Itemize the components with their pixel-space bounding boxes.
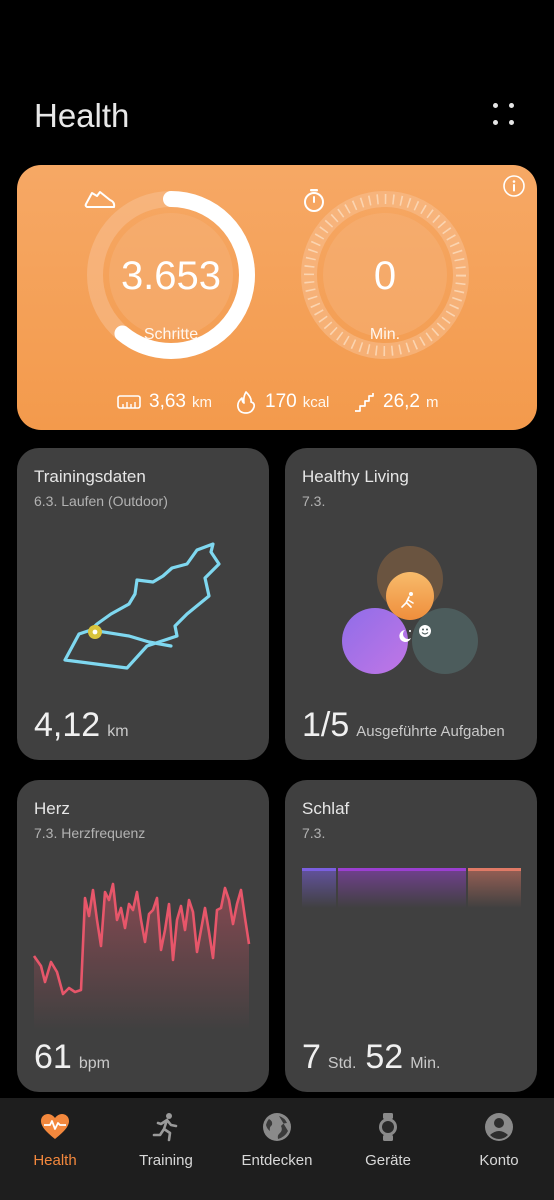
account-icon: [485, 1113, 513, 1141]
route-path: [63, 542, 221, 670]
page-title: Health: [34, 97, 130, 134]
smiley-icon: [419, 625, 431, 637]
stopwatch-icon: [304, 189, 324, 212]
distance-stat: 3,63 km: [117, 387, 212, 417]
nav-tab-account[interactable]: Konto: [444, 1098, 554, 1200]
sleep-segment-awake: [468, 868, 521, 871]
health-home-screen: Health 3.653 Schritte 0 Min. 3,63 km 170…: [0, 0, 554, 1200]
sleep-minutes-value: 52: [365, 1038, 404, 1076]
ruler-icon: [117, 395, 141, 409]
minutes-unit: Min.: [369, 326, 401, 343]
heart-pulse-icon: [41, 1114, 69, 1139]
sleep-segment-light-fill: [302, 868, 336, 908]
steps-ring[interactable]: 3.653 Schritte: [83, 187, 259, 363]
tasks-done-label: Ausgeführte Aufgaben: [356, 723, 505, 740]
distance-value: 3,63: [149, 391, 186, 412]
bottom-navigation: Health Training Entdecken Geräte Konto: [0, 1098, 554, 1200]
info-icon: [503, 175, 525, 197]
tasks-done-value: 1/5: [302, 706, 350, 744]
sleep-segment-light: [302, 868, 336, 871]
floors-stat: 26,2 m: [353, 387, 438, 417]
calories-unit: kcal: [302, 393, 330, 411]
nav-label-training: Training: [139, 1152, 193, 1169]
training-distance-value: 4,12: [34, 706, 101, 744]
heart-tile[interactable]: Herz 7.3. Herzfrequenz 61 bpm: [17, 780, 269, 1092]
info-button[interactable]: [503, 175, 525, 197]
sleep-segment-deep-fill: [338, 868, 466, 908]
active-minutes-ring[interactable]: 0 Min.: [297, 187, 473, 363]
heart-value-row: 61 bpm: [34, 1038, 119, 1077]
minutes-value: 0: [373, 254, 397, 298]
nav-tab-discover[interactable]: Entdecken: [222, 1098, 332, 1200]
training-value-row: 4,12 km: [34, 706, 138, 745]
distance-unit: km: [191, 393, 212, 411]
flame-icon: [236, 391, 256, 414]
sleep-hours-unit: Std.: [327, 1055, 357, 1072]
heart-rate-area: [34, 884, 249, 1030]
nav-label-discover: Entdecken: [241, 1152, 313, 1169]
sleep-segment-awake-fill: [468, 868, 521, 908]
watch-icon: [379, 1113, 397, 1141]
sleep-goal-circle: [342, 608, 408, 674]
heart-rate-value: 61: [34, 1038, 72, 1076]
shoe-icon: [84, 191, 116, 208]
sleep-minutes-unit: Min.: [410, 1055, 441, 1072]
stairs-icon: [355, 393, 374, 412]
calories-stat: 170 kcal: [235, 387, 329, 417]
sleep-hours-value: 7: [302, 1038, 321, 1076]
healthy-living-value-row: 1/5 Ausgeführte Aufgaben: [302, 706, 514, 745]
sleep-segment-deep: [338, 868, 466, 871]
mood-goal-circle: [412, 608, 478, 674]
heart-rate-unit: bpm: [78, 1055, 110, 1072]
sleep-value-row: 7 Std. 52 Min.: [302, 1038, 449, 1077]
activity-goal-circle: [386, 572, 434, 620]
sleep-tile[interactable]: Schlaf 7.3. 7 Std. 52 Min.: [285, 780, 537, 1092]
more-options-button[interactable]: [484, 98, 522, 136]
activity-stats-row: 3,63 km 170 kcal 26,2 m: [17, 387, 537, 417]
route-start-dot: [92, 629, 98, 635]
nav-label-health: Health: [33, 1152, 77, 1169]
nav-label-account: Konto: [479, 1152, 519, 1169]
activity-summary-card[interactable]: 3.653 Schritte 0 Min. 3,63 km 170 kcal 2…: [17, 165, 537, 430]
globe-icon: [263, 1113, 291, 1141]
steps-unit: Schritte: [143, 326, 199, 343]
runner-icon: [152, 1113, 178, 1142]
healthy-living-tile[interactable]: Healthy Living 7.3. 1/5 Ausgeführte Aufg…: [285, 448, 537, 760]
training-distance-unit: km: [107, 723, 129, 740]
nav-tab-devices[interactable]: Geräte: [333, 1098, 443, 1200]
nav-label-devices: Geräte: [365, 1152, 411, 1169]
app-header: Health: [0, 80, 554, 150]
nav-tab-training[interactable]: Training: [111, 1098, 221, 1200]
floors-value: 26,2: [383, 391, 420, 412]
calories-value: 170: [265, 391, 297, 412]
steps-value: 3.653: [120, 254, 222, 298]
floors-unit: m: [425, 393, 439, 411]
nav-tab-health[interactable]: Health: [0, 1098, 110, 1200]
training-data-tile[interactable]: Trainingsdaten 6.3. Laufen (Outdoor) 4,1…: [17, 448, 269, 760]
